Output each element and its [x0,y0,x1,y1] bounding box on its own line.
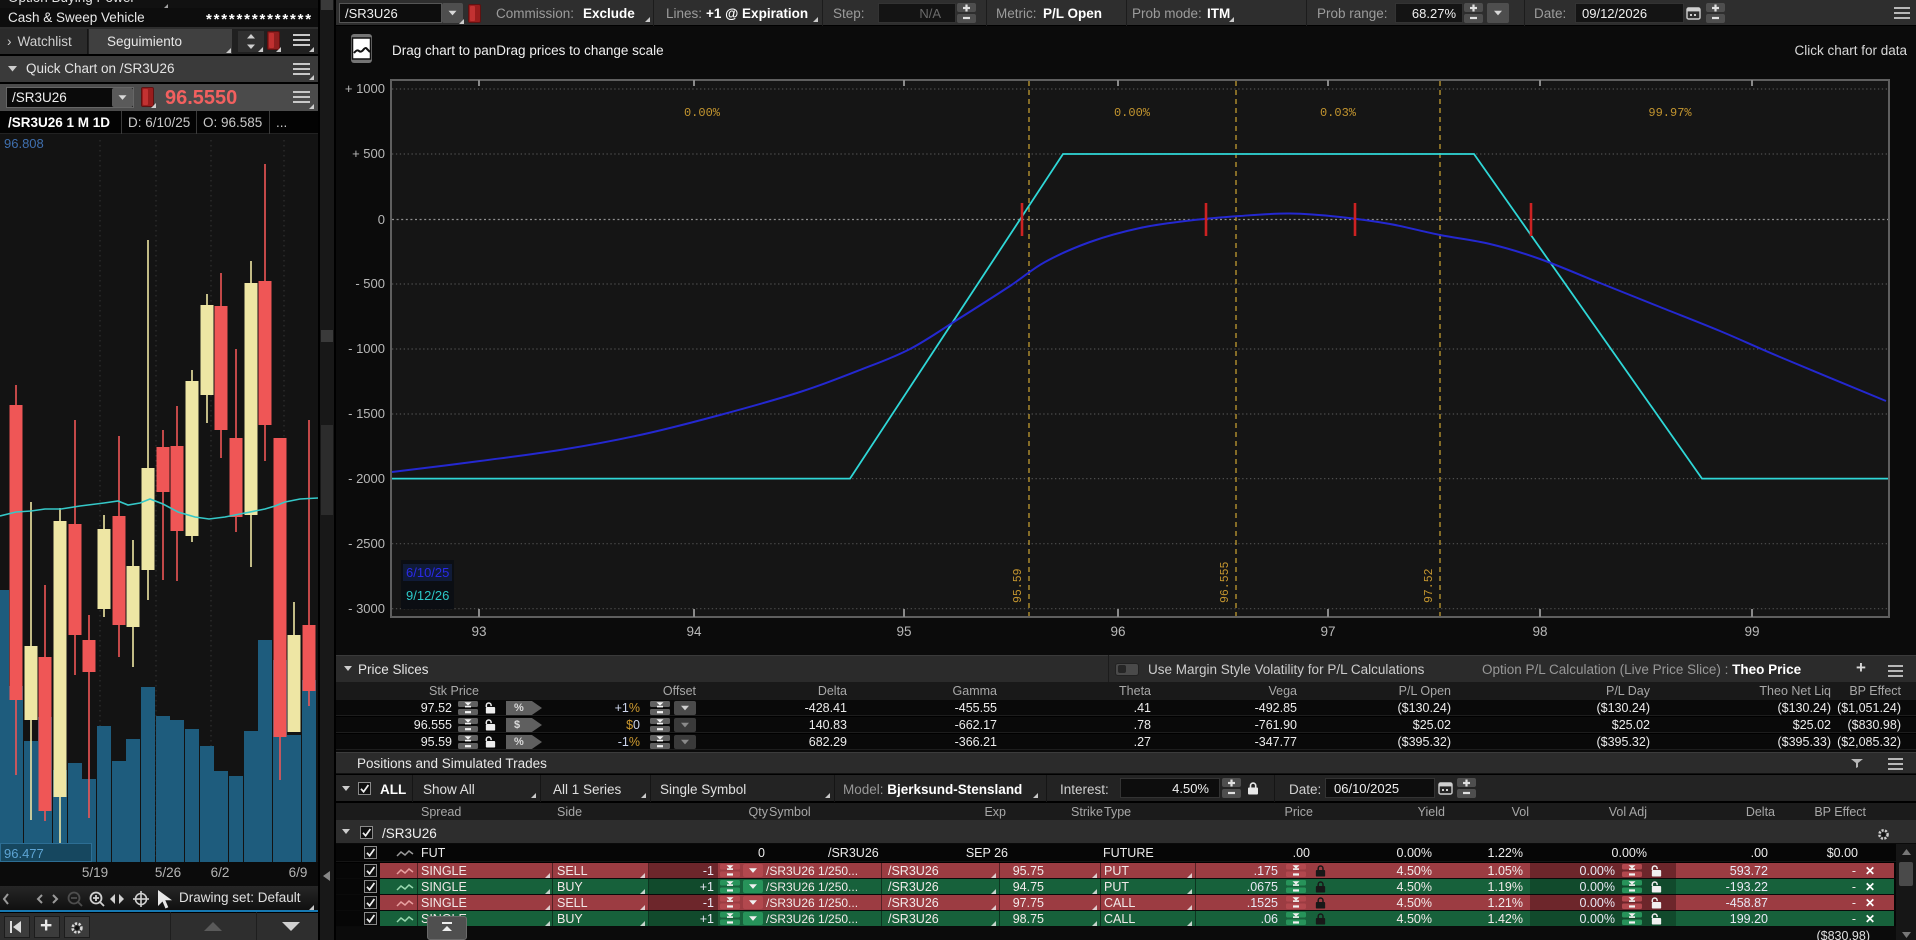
svg-text:0.00%: 0.00% [684,106,721,120]
svg-text:96.555: 96.555 [1219,561,1232,603]
svg-text:0.00%: 0.00% [1114,106,1151,120]
svg-text:0.03%: 0.03% [1320,106,1357,120]
svg-text:97.52: 97.52 [1423,568,1436,603]
svg-text:95.59: 95.59 [1012,568,1025,603]
svg-text:99.97%: 99.97% [1648,106,1692,120]
svg-text:6/10/25: 6/10/25 [406,565,449,580]
svg-text:9/12/26: 9/12/26 [406,588,449,603]
